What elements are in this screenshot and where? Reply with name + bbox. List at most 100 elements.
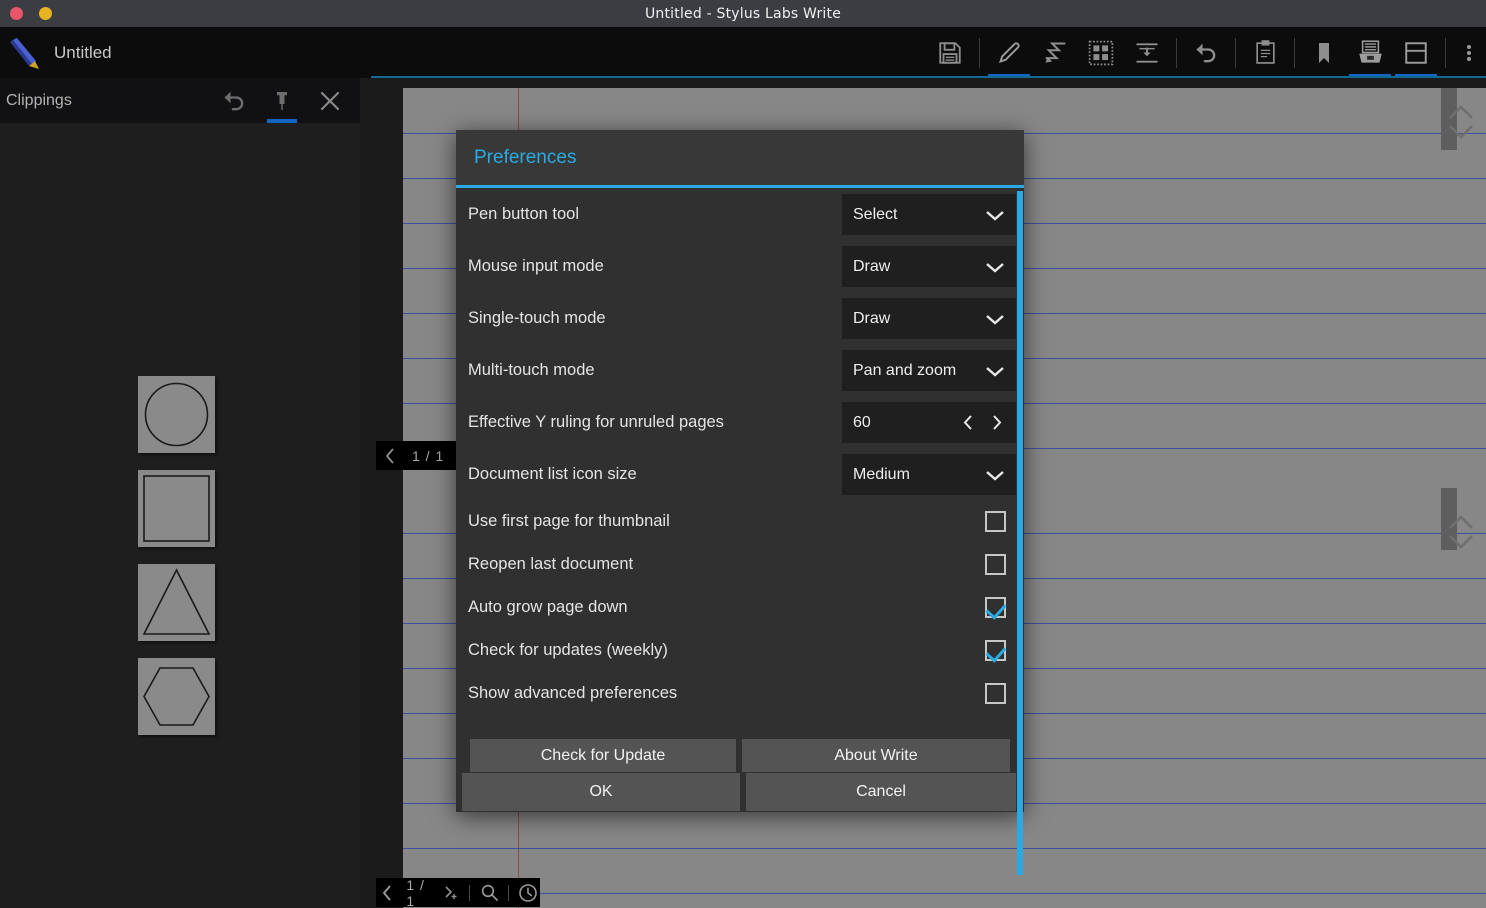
- stepper-decrement-button[interactable]: [954, 402, 982, 443]
- chevron-down-icon: [986, 210, 1004, 221]
- preferences-dialog-body: Pen button tool Select Mouse input mode …: [456, 188, 1024, 715]
- clippings-list[interactable]: [0, 123, 360, 908]
- effective-y-ruling-stepper[interactable]: 60: [842, 402, 1016, 443]
- page-2-resize-handle[interactable]: [1447, 504, 1475, 560]
- pref-label: Mouse input mode: [468, 256, 604, 275]
- cancel-button[interactable]: Cancel: [746, 773, 1016, 811]
- pages-icon[interactable]: [1393, 27, 1439, 78]
- close-icon[interactable]: [306, 78, 354, 123]
- clock-icon[interactable]: [516, 878, 540, 907]
- pref-row-single-touch-mode: Single-touch mode Draw: [456, 292, 1024, 344]
- select-value: Select: [853, 205, 898, 223]
- select-value: Draw: [853, 309, 891, 327]
- toolbar-divider: [1445, 37, 1446, 68]
- save-icon[interactable]: [927, 27, 973, 78]
- next-page-add-button[interactable]: [440, 878, 462, 907]
- preferences-dialog-header: Preferences: [456, 130, 1024, 188]
- toolbar-divider: [1294, 37, 1295, 68]
- select-value: Draw: [853, 257, 891, 275]
- prev-page-button[interactable]: [376, 878, 398, 907]
- page-indicator: 1 / 1: [406, 876, 425, 908]
- check-for-updates-weekly-checkbox[interactable]: [985, 640, 1006, 661]
- eraser-tool-icon[interactable]: [1032, 27, 1078, 78]
- document-list-icon-size-select[interactable]: Medium: [842, 454, 1016, 495]
- clipping-item-circle[interactable]: [138, 376, 215, 453]
- chevron-down-icon: [986, 366, 1004, 377]
- pref-label: Use first page for thumbnail: [468, 512, 670, 530]
- undo-icon[interactable]: [210, 78, 258, 123]
- toolbar-buttons: [927, 27, 1486, 78]
- clipping-item-hexagon[interactable]: [138, 658, 215, 735]
- stepper-increment-button[interactable]: [982, 402, 1010, 443]
- toolbar-divider: [1176, 37, 1177, 68]
- chevron-down-icon: [986, 314, 1004, 325]
- pin-icon[interactable]: [258, 78, 306, 123]
- multi-touch-mode-select[interactable]: Pan and zoom: [842, 350, 1016, 391]
- check-for-update-button[interactable]: Check for Update: [470, 739, 736, 772]
- auto-grow-page-down-checkbox[interactable]: [985, 597, 1006, 618]
- pref-row-auto-grow-page-down: Auto grow page down: [456, 586, 1024, 629]
- toolbar-divider: [979, 37, 980, 68]
- page-ruling-line: [403, 848, 1486, 849]
- ok-button[interactable]: OK: [462, 773, 740, 811]
- pref-row-multi-touch-mode: Multi-touch mode Pan and zoom: [456, 344, 1024, 396]
- circle-shape-icon: [144, 382, 209, 447]
- dialog-action-buttons: Check for Update About Write OK Cancel: [456, 739, 1024, 812]
- document-status-bar[interactable]: 1 / 1: [376, 876, 540, 908]
- pref-row-effective-y-ruling: Effective Y ruling for unruled pages 60: [456, 396, 1024, 448]
- pen-button-tool-select[interactable]: Select: [842, 194, 1016, 235]
- select-value: Pan and zoom: [853, 361, 957, 379]
- page-ruling-line: [403, 893, 1486, 894]
- pref-label: Document list icon size: [468, 464, 637, 483]
- prev-page-button[interactable]: [376, 441, 404, 470]
- clippings-panel-header: Clippings: [0, 78, 360, 123]
- stepper-value: 60: [853, 413, 871, 431]
- pref-row-check-for-updates: Check for updates (weekly): [456, 629, 1024, 672]
- select-tool-icon[interactable]: [1078, 27, 1124, 78]
- square-shape-icon: [143, 475, 210, 542]
- about-write-button[interactable]: About Write: [742, 739, 1010, 772]
- single-touch-mode-select[interactable]: Draw: [842, 298, 1016, 339]
- search-icon[interactable]: [477, 878, 501, 907]
- hexagon-shape-icon: [143, 667, 210, 726]
- clipping-item-square[interactable]: [138, 470, 215, 547]
- pref-label: Reopen last document: [468, 555, 634, 573]
- pencil-logo-icon: [10, 37, 39, 69]
- pref-row-use-first-page-thumbnail: Use first page for thumbnail: [456, 500, 1024, 543]
- pref-row-document-list-icon-size: Document list icon size Medium: [456, 448, 1024, 500]
- pref-label: Auto grow page down: [468, 598, 628, 616]
- pen-tool-icon[interactable]: [986, 27, 1032, 78]
- page-indicator: 1 / 1: [412, 447, 445, 464]
- select-value: Medium: [853, 465, 910, 483]
- window-title: Untitled - Stylus Labs Write: [644, 5, 842, 22]
- chevron-down-icon: [986, 470, 1004, 481]
- document-name-label: Untitled: [54, 42, 112, 62]
- clippings-panel-title: Clippings: [6, 91, 72, 109]
- reopen-last-document-checkbox[interactable]: [985, 554, 1006, 575]
- pref-row-reopen-last-document: Reopen last document: [456, 543, 1024, 586]
- os-title-bar: Untitled - Stylus Labs Write: [0, 0, 1486, 27]
- clipboard-icon[interactable]: [1242, 27, 1288, 78]
- chevron-down-icon: [986, 262, 1004, 273]
- overflow-menu-icon[interactable]: [1452, 27, 1486, 78]
- bookmark-icon[interactable]: [1301, 27, 1347, 78]
- pref-label: Check for updates (weekly): [468, 641, 668, 659]
- pref-label: Effective Y ruling for unruled pages: [468, 412, 724, 431]
- clipping-item-triangle[interactable]: [138, 564, 215, 641]
- pref-label: Show advanced preferences: [468, 684, 678, 702]
- insert-space-icon[interactable]: [1124, 27, 1170, 78]
- pref-row-pen-button-tool: Pen button tool Select: [456, 188, 1024, 240]
- pref-label: Multi-touch mode: [468, 360, 595, 379]
- show-advanced-preferences-checkbox[interactable]: [985, 683, 1006, 704]
- status-divider: [469, 884, 471, 901]
- use-first-page-for-thumbnail-checkbox[interactable]: [985, 511, 1006, 532]
- clippings-icon[interactable]: [1347, 27, 1393, 78]
- undo-icon[interactable]: [1183, 27, 1229, 78]
- toolbar-divider: [1235, 37, 1236, 68]
- preferences-dialog: Preferences Pen button tool Select Mouse…: [456, 130, 1024, 875]
- triangle-shape-icon: [142, 568, 211, 635]
- page-1-resize-handle[interactable]: [1447, 94, 1475, 150]
- chevron-left-icon: [963, 415, 972, 430]
- pref-row-show-advanced-preferences: Show advanced preferences: [456, 672, 1024, 715]
- mouse-input-mode-select[interactable]: Draw: [842, 246, 1016, 287]
